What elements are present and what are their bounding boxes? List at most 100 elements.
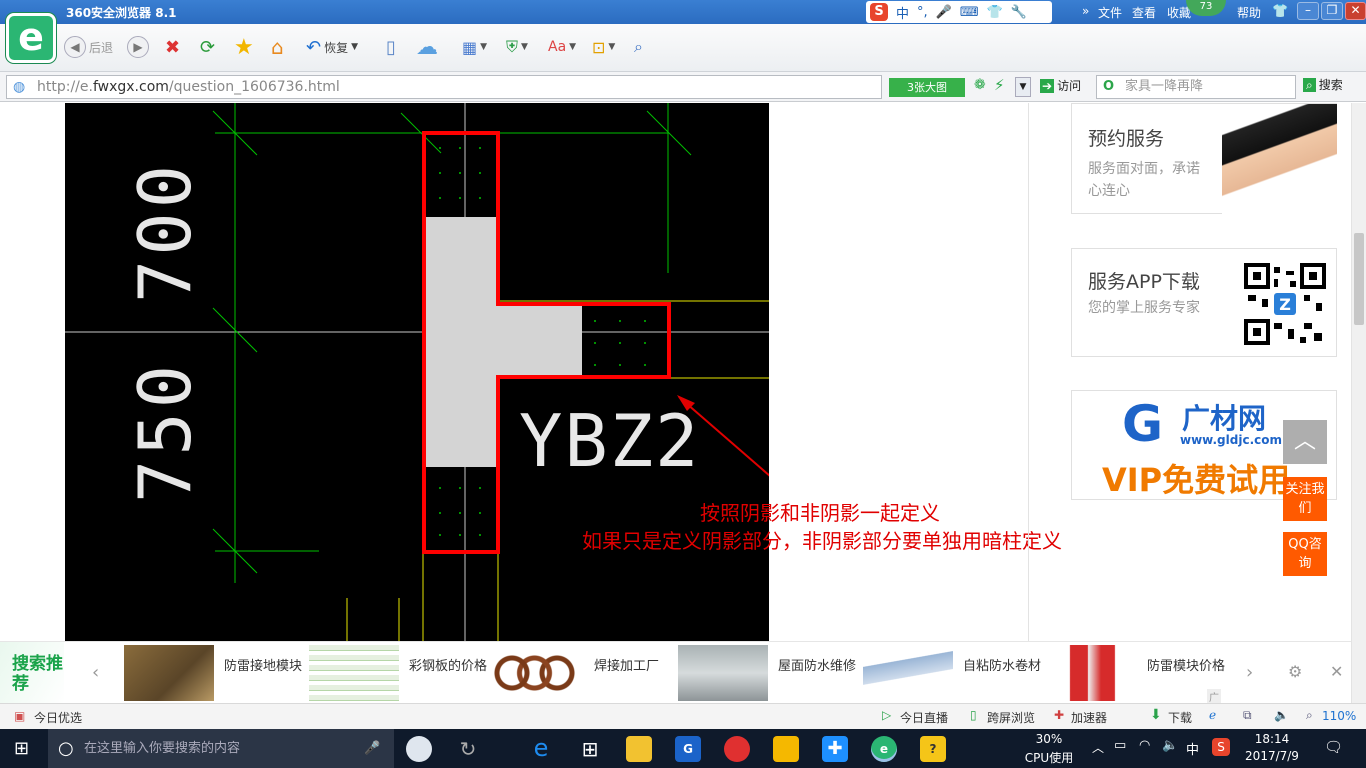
search-label: 搜索 — [1318, 78, 1343, 92]
item-thumb-image — [494, 645, 584, 701]
menu-view[interactable]: 查看 — [1132, 4, 1156, 21]
qq-consult-button[interactable]: QQ咨询 — [1283, 532, 1327, 576]
search-recommend-bar: 搜索推荐 ‹ 防雷接地模块 彩钢板的价格 焊接加工厂 屋面防水维修 自粘防水卷材… — [0, 641, 1351, 719]
apps-icon[interactable]: ▦ ▼ — [462, 34, 487, 60]
sogou-ime-bar[interactable]: S 中 °, 🎤 ⌨ 👕 🔧 — [866, 1, 1052, 23]
gift-icon: ▣ — [14, 709, 26, 723]
maximize-button[interactable]: ❐ — [1321, 2, 1343, 20]
compat-mode-icon[interactable]: ❁ — [974, 77, 986, 93]
settings-gear-icon[interactable]: ⚙ — [1288, 662, 1302, 681]
tray-ime-label[interactable]: 中 — [1186, 739, 1199, 758]
tray-wifi-icon[interactable]: ◠ — [1139, 738, 1150, 753]
big-image-button[interactable]: 3张大图 — [889, 78, 965, 97]
wrench-icon[interactable]: 🔧 — [1011, 5, 1027, 20]
download-link[interactable]: 下载 — [1168, 709, 1192, 726]
url-input[interactable]: ◍ http://e.fwxgx.com/question_1606736.ht… — [6, 75, 882, 99]
today-picks-link[interactable]: 今日优选 — [34, 709, 82, 726]
minimize-button[interactable]: – — [1297, 2, 1319, 20]
windows-start-icon[interactable]: ⊞ — [14, 738, 29, 759]
live-icon: ▷ — [882, 708, 892, 722]
blue-plus-app-icon[interactable]: ✚ — [822, 736, 848, 762]
search-input[interactable]: O 家具一降再降 — [1096, 75, 1296, 99]
store-icon[interactable]: ⊞ — [577, 736, 603, 762]
tray-expand-icon[interactable]: ︿ — [1092, 739, 1104, 756]
back-button[interactable]: ◀ 后退 — [64, 34, 113, 60]
mode-dropdown-icon[interactable]: ▼ — [1015, 77, 1031, 97]
item-thumb-image — [863, 645, 953, 701]
360-browser-task-icon[interactable]: e — [871, 736, 897, 762]
prev-arrow-icon[interactable]: ‹ — [92, 662, 99, 683]
gldjc-logo-icon: G — [1122, 395, 1164, 453]
cross-screen-link[interactable]: 跨屏浏览 — [987, 709, 1035, 726]
screenshot-icon[interactable]: ⊡ ▼ — [592, 34, 615, 60]
notes-app-icon[interactable] — [773, 736, 799, 762]
status-bar: ▣ 今日优选 ▷ 今日直播 ▯ 跨屏浏览 ✚ 加速器 ⬇ 下载 ℯ ⧉ 🔈 ⌕ … — [0, 703, 1366, 729]
find-icon[interactable]: ⌕ — [634, 34, 643, 60]
back-to-top-button[interactable]: ︿ — [1283, 420, 1327, 464]
skin-shirt-icon[interactable]: 👕 — [1272, 4, 1288, 19]
help-app-icon[interactable]: ? — [920, 736, 946, 762]
clock-date[interactable]: 2017/7/9 — [1244, 749, 1300, 763]
item-label: 屋面防水维修 — [778, 659, 857, 674]
glodon-red-icon[interactable] — [724, 736, 750, 762]
window-icon[interactable]: ⧉ — [1243, 708, 1252, 723]
forward-arrow-icon: ▶ — [127, 36, 149, 58]
item-label: 防雷模块价格 — [1147, 659, 1226, 674]
ime-lang-label[interactable]: 中 — [896, 3, 909, 22]
search-engine-icon: O — [1103, 79, 1115, 94]
menu-more-icon[interactable]: » — [1082, 4, 1089, 18]
translate-icon[interactable]: Aa ▼ — [548, 34, 576, 60]
browser-logo-icon[interactable]: e — [6, 13, 56, 63]
visit-button[interactable]: ➔ 访问 — [1040, 77, 1081, 94]
next-arrow-icon[interactable]: › — [1246, 662, 1253, 683]
tray-battery-icon[interactable]: ▭ — [1114, 738, 1126, 753]
app-download-card[interactable]: 服务APP下载 您的掌上服务专家 Z — [1071, 248, 1337, 357]
refresh-icon[interactable]: ⟳ — [200, 34, 215, 60]
speed-mode-icon[interactable]: ⚡ — [994, 76, 1005, 94]
url-path: /question_1606736.html — [168, 79, 340, 95]
user-level-badge[interactable]: 73 — [1186, 0, 1226, 16]
close-bar-icon[interactable]: ✕ — [1330, 662, 1343, 681]
taskbar-search-input[interactable]: ○ 在这里输入你要搜索的内容 🎤 — [48, 729, 394, 768]
forward-button[interactable]: ▶ — [127, 34, 149, 60]
action-center-icon[interactable]: 🗨 — [1324, 738, 1343, 756]
accelerator-link[interactable]: 加速器 — [1071, 709, 1107, 726]
home-icon[interactable]: ⌂ — [271, 34, 284, 60]
mic-icon[interactable]: 🎤 — [364, 729, 380, 768]
keyboard-icon[interactable]: ⌨ — [960, 5, 979, 20]
edge-browser-icon[interactable]: e — [528, 736, 554, 762]
pinwheel-app-icon[interactable] — [406, 736, 432, 762]
search-button[interactable]: ⌕ 搜索 — [1303, 76, 1343, 93]
mic-icon[interactable]: 🎤 — [936, 5, 952, 20]
tray-sogou-icon[interactable]: S — [1212, 738, 1230, 756]
clock-time[interactable]: 18:14 — [1244, 732, 1300, 746]
volume-icon[interactable]: 🔈 — [1274, 708, 1289, 722]
today-live-link[interactable]: 今日直播 — [900, 709, 948, 726]
annotation-line-1: 按照阴影和非阴影一起定义 — [700, 501, 940, 525]
page-scrollbar[interactable] — [1351, 103, 1366, 703]
ie-icon[interactable]: ℯ — [1209, 708, 1216, 722]
skin-icon[interactable]: 👕 — [987, 5, 1003, 20]
service-booking-card[interactable]: 预约服务 服务面对面，承诺心连心 — [1071, 103, 1337, 214]
glodon-app-icon[interactable]: G — [675, 736, 701, 762]
phone-icon[interactable]: ▯ — [386, 34, 396, 60]
service-booking-subtitle: 服务面对面，承诺心连心 — [1088, 161, 1200, 199]
punct-icon[interactable]: °, — [917, 5, 928, 20]
close-button[interactable]: ✕ — [1345, 2, 1366, 20]
zoom-level[interactable]: 110% — [1322, 709, 1356, 723]
menu-help[interactable]: 帮助 — [1237, 4, 1261, 21]
back-arrow-icon: ◀ — [64, 36, 86, 58]
favorite-star-icon[interactable]: ★ — [234, 34, 254, 60]
menu-file[interactable]: 文件 — [1098, 4, 1122, 21]
item-label: 焊接加工厂 — [594, 659, 660, 674]
follow-us-button[interactable]: 关注我们 — [1283, 477, 1327, 521]
scrollbar-thumb[interactable] — [1354, 233, 1364, 325]
app-download-title: 服务APP下载 — [1088, 271, 1200, 293]
security-shield-icon[interactable]: ⛨ ▼ — [506, 34, 528, 60]
restore-button[interactable]: ↶ 恢复 ▼ — [306, 34, 358, 60]
360-circle-icon[interactable]: ↻ — [455, 736, 481, 762]
cloud-icon[interactable]: ☁ — [416, 34, 438, 60]
file-explorer-icon[interactable] — [626, 736, 652, 762]
stop-icon[interactable]: ✖ — [165, 34, 180, 60]
tray-volume-icon[interactable]: 🔈 — [1162, 738, 1178, 753]
